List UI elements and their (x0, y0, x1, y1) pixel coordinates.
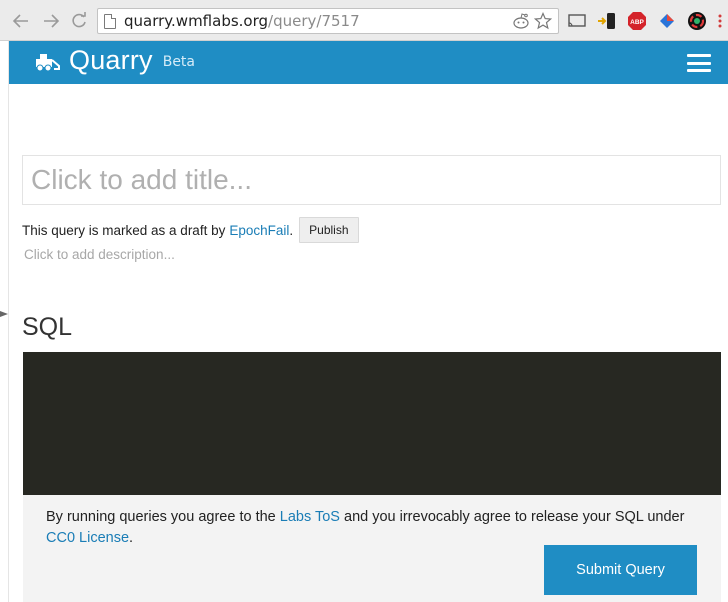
extension-diamond-icon[interactable] (656, 10, 678, 32)
submit-panel: By running queries you agree to the Labs… (23, 495, 721, 602)
phone-extension-icon[interactable] (596, 10, 618, 32)
query-title-input[interactable] (22, 155, 721, 205)
draft-prefix: This query is marked as a draft by (22, 222, 226, 238)
url-host: quarry.wmflabs.org (124, 12, 269, 30)
address-bar[interactable]: quarry.wmflabs.org/query/7517 (97, 8, 559, 34)
draft-notice: This query is marked as a draft by Epoch… (22, 217, 359, 243)
hamburger-menu-icon[interactable] (687, 54, 711, 72)
browser-toolbar: quarry.wmflabs.org/query/7517 ABP (0, 0, 728, 41)
resize-pointer-icon (0, 302, 8, 317)
submit-query-button[interactable]: Submit Query (544, 545, 697, 595)
app-header: Quarry Beta (9, 41, 728, 84)
description-placeholder[interactable]: Click to add description... (24, 247, 175, 262)
reddit-icon[interactable] (512, 13, 530, 33)
terms-text-2: and you irrevocably agree to release you… (344, 509, 685, 525)
adblock-icon[interactable]: ABP (626, 10, 648, 32)
forward-icon[interactable] (40, 10, 62, 32)
sql-heading: SQL (22, 313, 73, 341)
page-icon (104, 13, 116, 29)
terms-text-1: By running queries you agree to the (46, 509, 276, 525)
bookmark-star-icon[interactable] (533, 11, 553, 34)
brand-name: Quarry (69, 45, 153, 75)
terms-notice: By running queries you agree to the Labs… (46, 507, 696, 549)
terms-text-3: . (129, 530, 134, 546)
url-path: /query/7517 (268, 12, 360, 30)
sql-editor[interactable] (23, 352, 721, 495)
back-icon[interactable] (10, 10, 32, 32)
menu-dots-icon[interactable] (714, 10, 726, 32)
author-link[interactable]: EpochFail (229, 223, 289, 238)
cast-icon[interactable] (566, 10, 588, 32)
page-content: Quarry Beta This query is marked as a dr… (8, 41, 728, 602)
color-wheel-icon[interactable] (686, 10, 708, 32)
publish-button[interactable]: Publish (299, 217, 359, 243)
quarry-logo-icon (36, 53, 60, 71)
beta-badge: Beta (162, 54, 196, 70)
labs-tos-link[interactable]: Labs ToS (280, 509, 340, 525)
draft-suffix: . (289, 222, 294, 238)
cc0-license-link[interactable]: CC0 License (46, 530, 129, 546)
brand[interactable]: Quarry Beta (33, 45, 195, 76)
svg-text:ABP: ABP (630, 19, 644, 26)
reload-icon[interactable] (68, 10, 90, 32)
